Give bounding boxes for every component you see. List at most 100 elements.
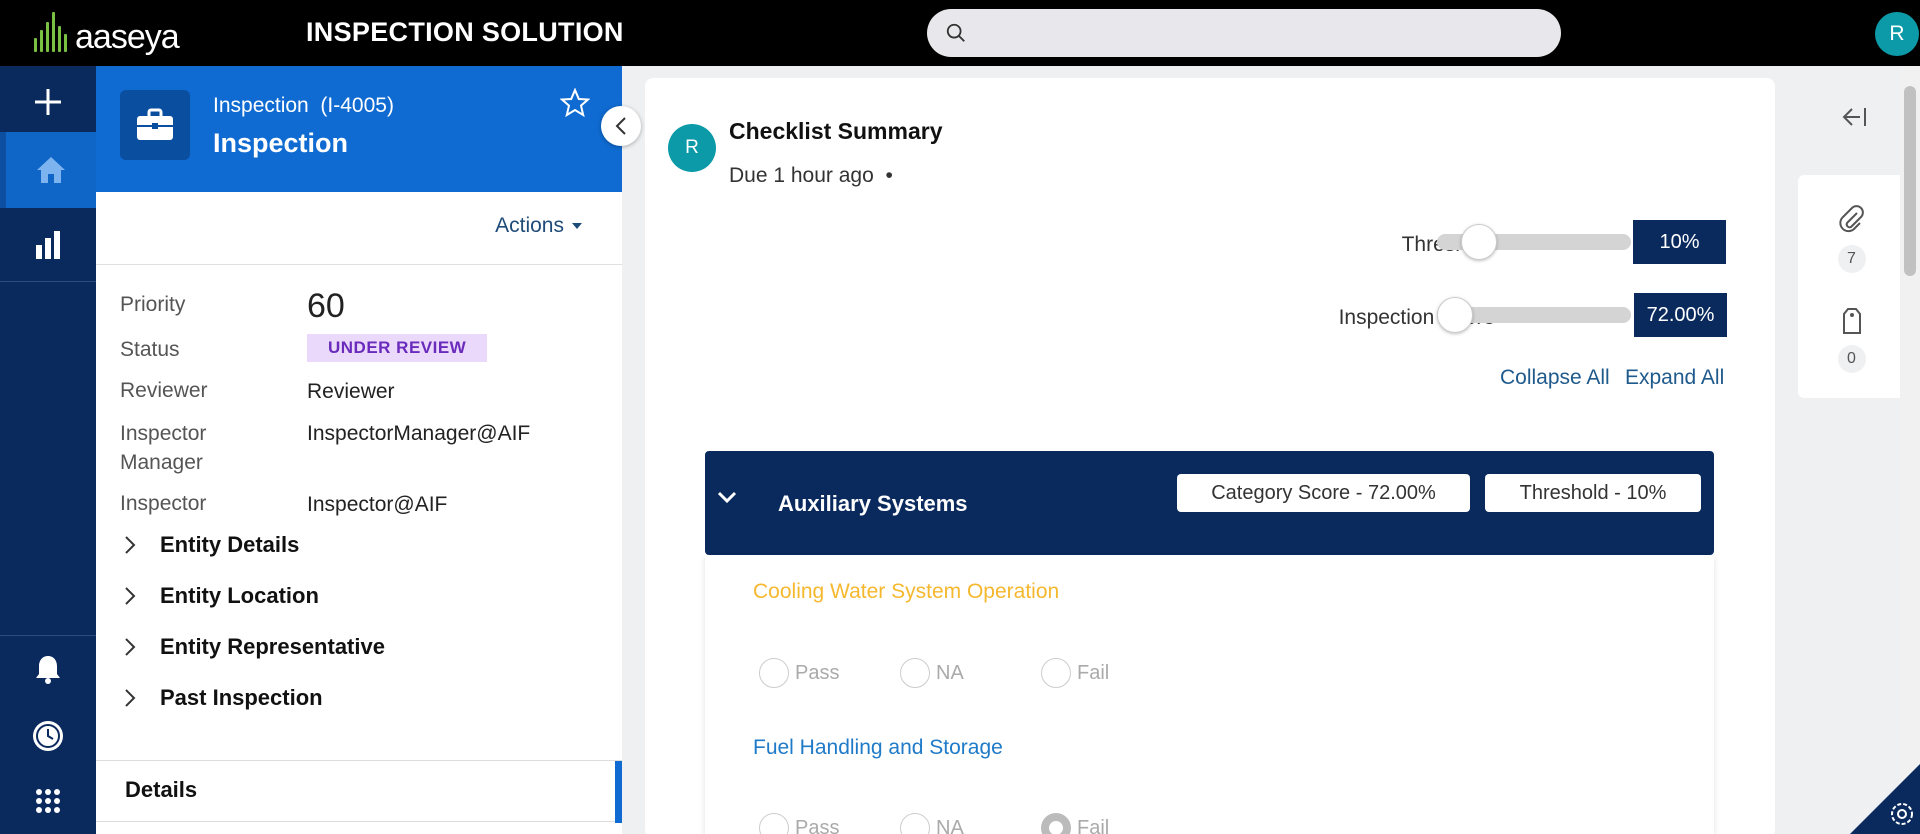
- radio-na[interactable]: NA: [900, 658, 1041, 688]
- tags-count: 0: [1837, 345, 1866, 373]
- divider: [96, 264, 622, 265]
- category-header-auxiliary-systems[interactable]: Auxiliary Systems Category Score - 72.00…: [705, 451, 1714, 555]
- priority-value: 60: [307, 287, 345, 325]
- priority-label: Priority: [120, 293, 186, 316]
- chevron-right-icon: [125, 689, 136, 707]
- logo-bars-icon: [34, 12, 67, 54]
- record-id: (I-4005): [320, 94, 394, 117]
- threshold-value: 10%: [1633, 220, 1726, 264]
- question-cooling-water: Cooling Water System Operation: [753, 580, 1060, 603]
- inspection-score-slider-thumb[interactable]: [1437, 297, 1473, 333]
- inspector-value: Inspector@AIF: [307, 493, 448, 516]
- paperclip-icon: [1838, 205, 1864, 233]
- gear-icon[interactable]: [1888, 800, 1916, 833]
- vertical-scrollbar[interactable]: [1900, 66, 1920, 834]
- star-icon[interactable]: [559, 87, 591, 123]
- caret-down-icon: [572, 223, 582, 229]
- tab-details-label: Details: [125, 777, 198, 802]
- search-input[interactable]: [927, 9, 1561, 57]
- section-entity-location[interactable]: Entity Location: [124, 583, 319, 609]
- section-past-inspection[interactable]: Past Inspection: [124, 685, 323, 711]
- chevron-down-icon: [717, 491, 737, 503]
- status-badge: UNDER REVIEW: [307, 334, 488, 362]
- inspector-manager-value: InspectorManager@AIF: [307, 422, 531, 445]
- scrollbar-thumb[interactable]: [1904, 86, 1916, 276]
- question-cooling-water-options: Pass NA Fail: [759, 658, 1182, 688]
- checklist-summary-card: R Checklist Summary Due 1 hour ago • Thr…: [645, 78, 1775, 834]
- actions-label: Actions: [495, 214, 564, 237]
- inspection-score-value: 72.00%: [1634, 293, 1727, 337]
- radio-fail[interactable]: Fail: [1041, 813, 1182, 834]
- home-icon: [37, 157, 65, 183]
- nav-history[interactable]: [0, 700, 96, 772]
- app-title: INSPECTION SOLUTION: [306, 17, 624, 47]
- section-label: Entity Representative: [160, 634, 385, 659]
- search-icon: [946, 23, 965, 42]
- radio-circle: [759, 658, 789, 688]
- section-label: Entity Details: [160, 532, 300, 557]
- actions-dropdown[interactable]: Actions: [495, 214, 582, 238]
- section-entity-details[interactable]: Entity Details: [124, 532, 299, 558]
- record-header: Inspection (I-4005) Inspection: [96, 66, 622, 192]
- radio-pass[interactable]: Pass: [759, 658, 900, 688]
- nav-notifications[interactable]: [0, 633, 96, 705]
- nav-reports[interactable]: [0, 208, 96, 280]
- user-avatar[interactable]: R: [1875, 12, 1919, 56]
- radio-pass[interactable]: Pass: [759, 813, 900, 834]
- radio-circle: [900, 813, 930, 834]
- inspector-label: Inspector: [120, 492, 207, 515]
- briefcase-icon: [120, 90, 190, 160]
- radio-label: Pass: [795, 816, 840, 834]
- chevron-right-icon: [125, 638, 136, 656]
- collapse-all-link[interactable]: Collapse All: [1500, 366, 1610, 390]
- section-label: Past Inspection: [160, 685, 323, 710]
- question-fuel-handling-options: Pass NA Fail: [759, 813, 1182, 834]
- checklist-avatar: R: [668, 124, 716, 172]
- category-threshold-pill: Threshold - 10%: [1485, 474, 1701, 512]
- record-name: Inspection: [213, 128, 349, 158]
- due-text: Due 1 hour ago: [729, 164, 874, 187]
- bar-chart-icon: [36, 231, 60, 259]
- tab-details[interactable]: Details: [96, 760, 622, 823]
- radio-circle: [759, 813, 789, 834]
- tag-icon: [1842, 308, 1861, 334]
- add-button[interactable]: [0, 66, 96, 138]
- plus-icon: [35, 89, 61, 115]
- radio-label: NA: [936, 661, 964, 684]
- chevron-right-icon: [125, 536, 136, 554]
- attachments-button[interactable]: 7: [1798, 205, 1905, 273]
- radio-circle: [1041, 813, 1071, 834]
- active-tab-indicator: [615, 761, 622, 823]
- attachments-count: 7: [1837, 245, 1866, 273]
- apps-grid-icon: [36, 789, 60, 813]
- expand-all-link[interactable]: Expand All: [1625, 366, 1724, 390]
- chevron-right-icon: [125, 587, 136, 605]
- utility-panel: 7 0: [1798, 175, 1905, 398]
- inspector-manager-label: Inspector Manager: [120, 419, 206, 477]
- radio-fail[interactable]: Fail: [1041, 658, 1182, 688]
- record-type: Inspection (I-4005): [213, 94, 394, 118]
- section-label: Entity Location: [160, 583, 319, 608]
- collapse-right-panel-button[interactable]: [1840, 106, 1868, 133]
- threshold-slider-thumb[interactable]: [1460, 224, 1497, 260]
- radio-label: NA: [936, 816, 964, 834]
- chevron-left-icon: [615, 117, 626, 135]
- nav-home[interactable]: [0, 132, 96, 208]
- logo-text: aaseya: [75, 18, 180, 56]
- question-fuel-handling: Fuel Handling and Storage: [753, 736, 1003, 759]
- collapse-panel-button[interactable]: [601, 106, 641, 146]
- radio-na[interactable]: NA: [900, 813, 1041, 834]
- record-details-panel: Actions Priority 60 Status UNDER REVIEW …: [96, 192, 622, 834]
- inspector-manager-label-line2: Manager: [120, 451, 203, 474]
- aaseya-logo[interactable]: aaseya: [34, 12, 180, 56]
- radio-circle: [1041, 658, 1071, 688]
- reviewer-value: Reviewer: [307, 380, 395, 403]
- nav-apps[interactable]: [0, 765, 96, 834]
- checklist-title: Checklist Summary: [729, 118, 943, 144]
- radio-label: Fail: [1077, 816, 1110, 834]
- radio-circle: [900, 658, 930, 688]
- radio-label: Pass: [795, 661, 840, 684]
- category-title: Auxiliary Systems: [778, 491, 968, 516]
- tags-button[interactable]: 0: [1798, 305, 1905, 373]
- section-entity-representative[interactable]: Entity Representative: [124, 634, 385, 660]
